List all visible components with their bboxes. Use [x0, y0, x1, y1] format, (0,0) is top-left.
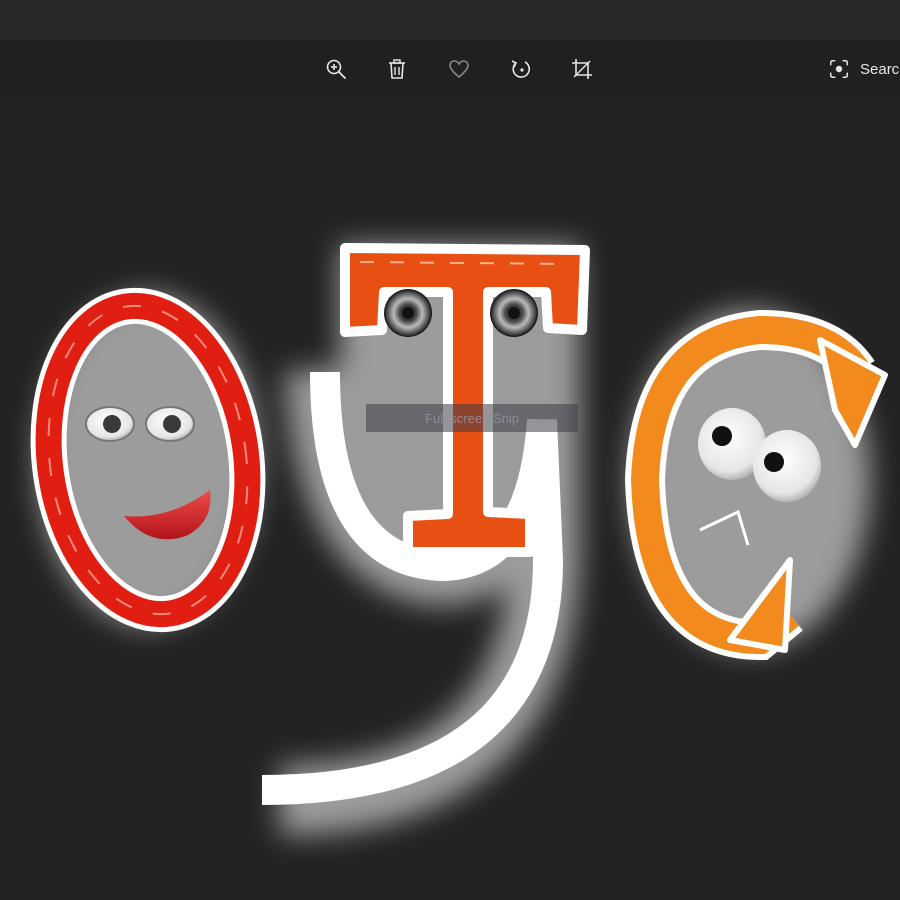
- crop-icon: [572, 59, 592, 79]
- favorite-button[interactable]: [444, 54, 474, 84]
- image-toolbar: Search: [0, 40, 900, 98]
- photos-app-window: Search: [0, 0, 900, 900]
- snip-label: Full-screen Snip: [366, 404, 578, 432]
- image-canvas: Full-screen Snip: [0, 98, 900, 900]
- crop-button[interactable]: [567, 54, 597, 84]
- zoom-in-icon: [326, 59, 346, 79]
- title-bar: [0, 0, 900, 41]
- visual-search-button[interactable]: Search: [828, 54, 900, 84]
- zoom-in-button[interactable]: [321, 54, 351, 84]
- heart-icon: [449, 60, 469, 79]
- delete-button[interactable]: [382, 54, 412, 84]
- trash-icon: [389, 59, 405, 79]
- rotate-button[interactable]: [506, 54, 536, 84]
- visual-search-icon: [830, 60, 848, 78]
- search-label: Search: [860, 60, 900, 78]
- oye-logo-image: [30, 243, 888, 835]
- rotate-icon: [511, 60, 531, 78]
